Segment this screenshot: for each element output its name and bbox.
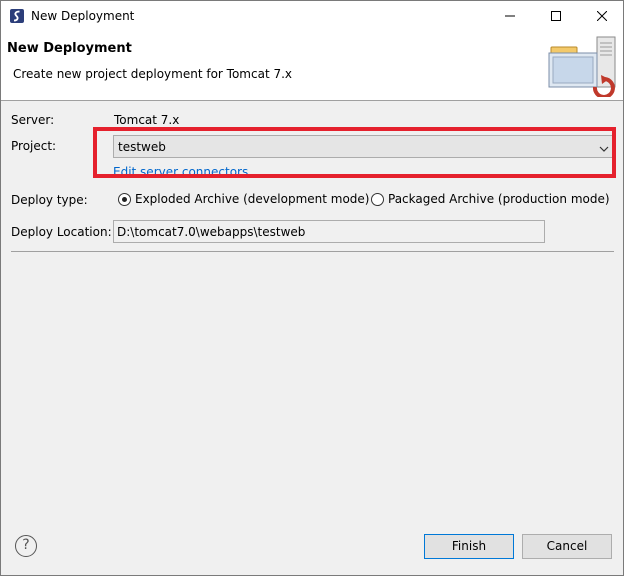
help-icon: ? — [22, 537, 30, 553]
help-button[interactable]: ? — [15, 535, 37, 557]
close-icon — [597, 11, 607, 21]
minimize-button[interactable] — [487, 1, 533, 31]
deploy-location-label: Deploy Location: — [11, 225, 112, 239]
close-button[interactable] — [579, 1, 624, 31]
banner-message: Create new project deployment for Tomcat… — [13, 67, 293, 81]
deploy-type-label: Deploy type: — [11, 193, 88, 207]
minimize-icon — [505, 15, 515, 17]
server-value: Tomcat 7.x — [114, 113, 180, 127]
radio-button[interactable] — [371, 193, 384, 206]
radio-label: Packaged Archive (production mode) — [388, 192, 610, 206]
separator — [11, 251, 614, 252]
finish-button[interactable]: Finish — [424, 534, 514, 559]
window-title: New Deployment — [31, 9, 135, 23]
maximize-icon — [551, 11, 561, 21]
app-logo-icon — [9, 8, 25, 24]
highlight-box — [93, 127, 616, 178]
banner-title: New Deployment — [7, 41, 132, 56]
title-bar: New Deployment — [1, 1, 623, 31]
dialog-window: New Deployment New Deployment Create new… — [0, 0, 624, 576]
wizard-banner: New Deployment Create new project deploy… — [1, 31, 623, 101]
cancel-button[interactable]: Cancel — [522, 534, 612, 559]
radio-selected-dot — [122, 197, 127, 202]
maximize-button[interactable] — [533, 1, 579, 31]
server-label: Server: — [11, 113, 55, 127]
project-label: Project: — [11, 139, 57, 153]
deploy-location-field[interactable] — [113, 220, 545, 243]
radio-label: Exploded Archive (development mode) — [135, 192, 370, 206]
radio-button[interactable] — [118, 193, 131, 206]
server-deploy-icon — [547, 35, 617, 99]
